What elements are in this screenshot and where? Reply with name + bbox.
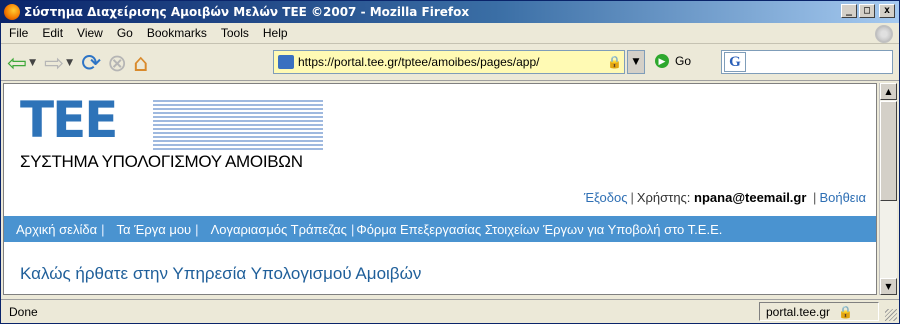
logout-link[interactable]: Έξοδος xyxy=(584,190,628,205)
menu-help[interactable]: Help xyxy=(257,26,296,40)
separator: | xyxy=(630,190,634,205)
minimize-button[interactable]: _ xyxy=(841,4,857,18)
nav-home[interactable]: Αρχική σελίδα xyxy=(4,222,101,237)
search-box[interactable]: G xyxy=(721,50,893,74)
back-button[interactable]: ⇦ xyxy=(7,49,27,77)
home-button[interactable]: ⌂ xyxy=(133,49,148,77)
forward-button[interactable]: ⇨ xyxy=(44,49,64,77)
window-controls: _ □ x xyxy=(841,4,895,18)
logo-stripes xyxy=(153,100,323,150)
resize-grip-icon[interactable] xyxy=(885,309,897,321)
search-engine-icon[interactable]: G xyxy=(724,52,746,72)
menu-view[interactable]: View xyxy=(71,26,111,40)
home-icon: ⌂ xyxy=(133,48,149,77)
status-domain-panel[interactable]: portal.tee.gr 🔒 xyxy=(759,302,879,321)
browser-window: Σύστημα Διαχείρισης Αμοιβών Μελών ΤΕΕ ©2… xyxy=(0,0,900,324)
navigation-toolbar: ⇦ ▼ ⇨ ▼ ⟳ ⊗ ⌂ https://portal.tee.gr/tpte… xyxy=(1,45,899,81)
stop-icon: ⊗ xyxy=(107,48,128,77)
status-lock-icon[interactable]: 🔒 xyxy=(838,305,853,319)
separator: | xyxy=(813,190,817,205)
menu-go[interactable]: Go xyxy=(111,26,141,40)
back-arrow-icon: ⇦ xyxy=(7,48,28,77)
system-name: ΣΥΣΤΗΜΑ ΥΠΟΛΟΓΙΣΜΟΥ ΑΜΟΙΒΩΝ xyxy=(20,152,303,171)
menu-bookmarks[interactable]: Bookmarks xyxy=(141,26,215,40)
menu-file[interactable]: File xyxy=(1,26,36,40)
back-dropdown-icon[interactable]: ▼ xyxy=(29,58,36,68)
user-bar: Έξοδος | Χρήστης: npana@teemail.gr | Βοήθει… xyxy=(584,190,866,205)
status-text: Done xyxy=(9,304,38,319)
nav-bank-account[interactable]: Λογαριασμός Τράπεζας xyxy=(199,222,351,237)
menu-tools[interactable]: Tools xyxy=(215,26,257,40)
maximize-button[interactable]: □ xyxy=(859,4,875,18)
go-button[interactable]: ▶ Go xyxy=(655,54,691,68)
logo-text: TEE xyxy=(20,91,118,149)
welcome-heading: Καλώς ήρθατε στην Υπηρεσία Υπολογισμού Α… xyxy=(20,264,422,283)
menu-bar: File Edit View Go Bookmarks Tools Help xyxy=(1,23,899,44)
forward-dropdown-icon[interactable]: ▼ xyxy=(66,58,73,68)
site-favicon-icon xyxy=(278,55,294,69)
lock-icon[interactable]: 🔒 xyxy=(607,55,622,69)
url-history-dropdown[interactable]: ▼ xyxy=(627,50,645,74)
scroll-thumb[interactable] xyxy=(880,101,897,201)
forward-arrow-icon: ⇨ xyxy=(44,48,65,77)
reload-button[interactable]: ⟳ xyxy=(81,49,101,77)
firefox-icon xyxy=(4,4,20,20)
help-link[interactable]: Βοήθεια xyxy=(819,190,866,205)
close-button[interactable]: x xyxy=(879,4,895,18)
throbber-icon xyxy=(875,25,893,43)
user-label: Χρήστης: xyxy=(636,190,691,205)
username: npana@teemail.gr xyxy=(694,190,807,205)
main-nav: Αρχική σελίδα | Τα Έργα μου | Λογαριασμό… xyxy=(4,216,876,242)
scroll-down-button[interactable]: ▼ xyxy=(880,278,897,295)
scroll-up-button[interactable]: ▲ xyxy=(880,83,897,100)
go-arrow-icon: ▶ xyxy=(655,54,669,68)
stop-button[interactable]: ⊗ xyxy=(107,49,127,77)
vertical-scrollbar[interactable]: ▲ ▼ xyxy=(879,83,897,295)
window-title: Σύστημα Διαχείρισης Αμοιβών Μελών ΤΕΕ ©2… xyxy=(24,5,470,19)
url-text[interactable]: https://portal.tee.gr/tptee/amoibes/page… xyxy=(298,55,604,69)
url-bar[interactable]: https://portal.tee.gr/tptee/amoibes/page… xyxy=(273,50,625,74)
status-bar: Done portal.tee.gr 🔒 xyxy=(1,299,899,323)
go-label: Go xyxy=(675,54,692,68)
menu-edit[interactable]: Edit xyxy=(36,26,71,40)
tee-logo: TEE ΣΥΣΤΗΜΑ ΥΠΟΛΟΓΙΣΜΟΥ ΑΜΟΙΒΩΝ xyxy=(18,92,338,172)
reload-icon: ⟳ xyxy=(81,48,102,77)
nav-my-projects[interactable]: Τα Έργα μου xyxy=(104,222,195,237)
title-bar: Σύστημα Διαχείρισης Αμοιβών Μελών ΤΕΕ ©2… xyxy=(1,1,899,23)
nav-project-form[interactable]: Φόρμα Επεξεργασίας Στοιχείων Έργων για Υ… xyxy=(354,222,726,237)
page-content: TEE ΣΥΣΤΗΜΑ ΥΠΟΛΟΓΙΣΜΟΥ ΑΜΟΙΒΩΝ Έξοδος | Χ… xyxy=(3,83,877,295)
status-domain: portal.tee.gr xyxy=(766,304,831,319)
